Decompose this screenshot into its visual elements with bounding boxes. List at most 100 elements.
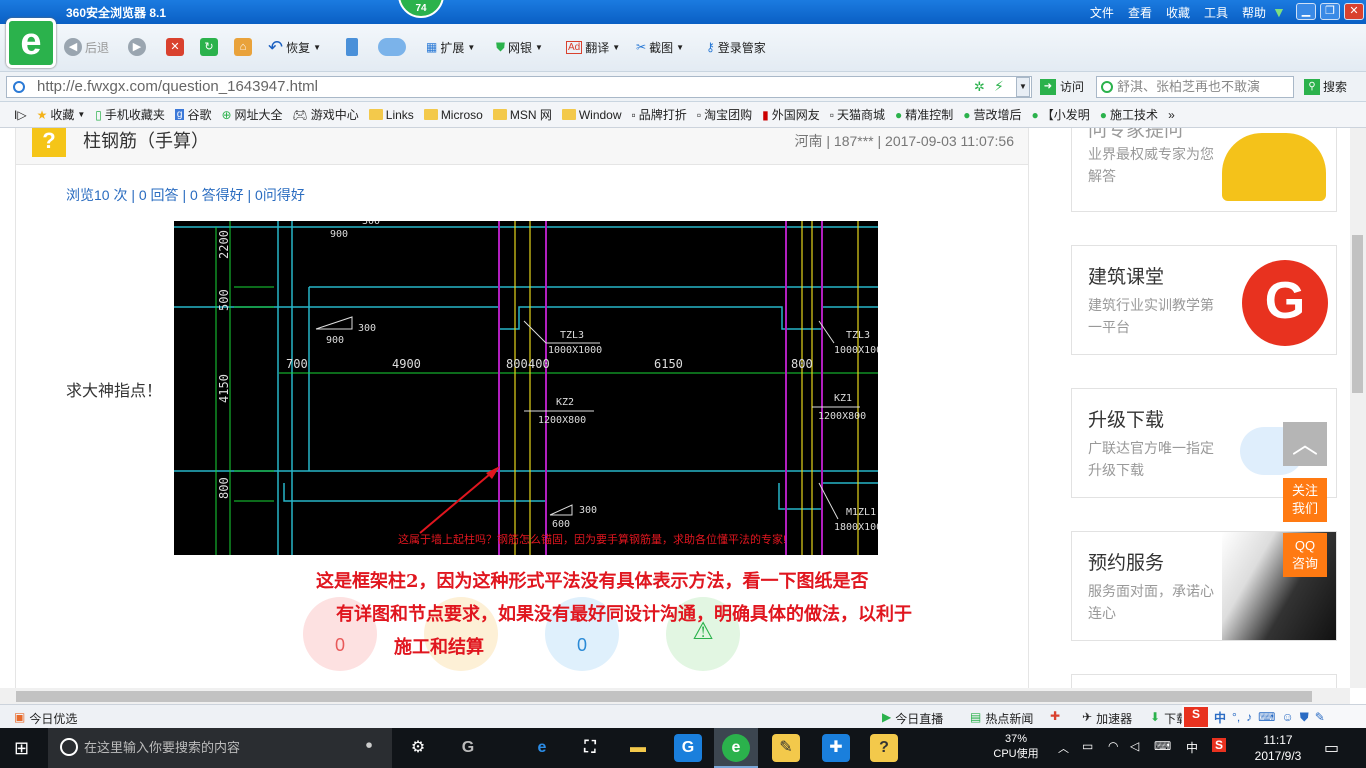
edge-icon[interactable]: e [528,734,556,762]
notes-icon[interactable]: ✎ [772,734,800,762]
gamepad-icon: 🎮︎ [292,107,308,122]
close-button[interactable]: ✕ [1344,3,1364,20]
search-input[interactable]: 舒淇、张柏芝再也不敢演 [1096,76,1294,98]
question-stats[interactable]: 浏览10 次 | 0 回答 | 0 答得好 | 0问得好 [66,185,305,205]
bookmark-brand[interactable]: ▫ 品牌打折 [632,106,687,123]
microphone-icon[interactable]: ⏺ [366,738,372,753]
wifi-icon[interactable]: ◠ [1108,739,1118,753]
plus-app-icon[interactable]: ✚ [822,734,850,762]
card-desc: 建筑行业实训教学第一平台 [1088,297,1214,335]
cad-dim: 800 [217,477,231,499]
bookmark-mobile[interactable]: ▯ 手机收藏夹 [95,106,165,123]
360-browser-taskbar-icon[interactable]: e [722,734,750,762]
bookmark-foreign[interactable]: ▮ 外国网友 [762,106,820,123]
url-input[interactable]: http://e.fwxgx.com/question_1643947.html [6,76,1032,98]
battery-icon[interactable]: ▭ [1082,739,1093,753]
keyboard-icon[interactable]: ⌨ [1154,739,1171,753]
bookmark-windows[interactable]: Window [561,108,622,122]
task-view-icon[interactable]: ⚙ [404,734,432,762]
help-app-icon[interactable]: ? [870,734,898,762]
extend-button[interactable]: ▦ 扩展 ▼ [426,36,475,58]
volume-icon[interactable]: ◁ [1130,739,1139,753]
bookmark-games[interactable]: 🎮︎ 游戏中心 [293,106,359,123]
sidebar-toggle-icon[interactable]: I▷ [14,108,27,122]
more-bookmarks-icon[interactable]: » [1168,108,1175,122]
cpu-monitor[interactable]: 37% CPU使用 [990,732,1042,762]
bookmark-vat[interactable]: ● 营改增后 [963,106,1021,123]
lightning-icon[interactable]: ⚡ [994,78,1004,95]
sogou-icon: S [1184,707,1208,727]
notification-icon[interactable]: ▭ [1324,738,1339,758]
explorer-icon[interactable]: ▬ [624,734,652,762]
url-dropdown-icon[interactable]: ▼ [1016,77,1030,97]
cad-dim: 400 [528,357,550,371]
score-badge[interactable]: 74 [398,0,444,18]
minimize-button[interactable]: ▁ [1296,3,1316,20]
vertical-scroll-thumb[interactable] [1352,235,1363,393]
ask-expert-card[interactable]: 问专家提问 业界最权威专家为您解答 [1071,128,1337,212]
cad-drawing-image[interactable]: 700 4900 800 400 6150 800 2200 500 4150 … [174,221,878,555]
bookmark-microsoft[interactable]: Microso [423,108,483,122]
netbank-button[interactable]: ⛊ 网银 ▼ [496,36,543,58]
follow-us-button[interactable]: 关注我们 [1283,478,1327,522]
maximize-button[interactable]: ❐ [1320,3,1340,20]
qq-consult-button[interactable]: QQ咨询 [1283,533,1327,577]
browser-icon[interactable]: G [454,734,482,762]
back-button[interactable]: ◀ 后退 [64,36,109,58]
horizontal-scroll-thumb[interactable] [16,691,1312,702]
back-to-top-icon[interactable]: ︿ [1283,422,1327,466]
skin-icon: ☺ [1281,710,1294,724]
wrench-icon: ✎ [1314,710,1325,724]
tray-chevron-icon[interactable]: ︿ [1058,740,1069,756]
menu-help[interactable]: 帮助 [1242,4,1266,21]
taskbar-search[interactable]: 在这里输入你要搜索的内容 [48,728,392,768]
vertical-scrollbar[interactable] [1350,128,1366,688]
bookmark-precise[interactable]: ● 精准控制 [895,106,953,123]
restore-button[interactable]: ↶ 恢复 ▼ [268,36,321,58]
bookmark-tmall[interactable]: ▫ 天猫商城 [830,106,885,123]
visit-button[interactable]: ➜ 访问 [1040,78,1084,95]
cloud-button[interactable] [378,36,406,58]
refresh-button[interactable]: ↻ [200,36,218,58]
ime-toolbar[interactable]: S 中 °, ♪ ⌨ ☺ ⛊ ✎ [1182,705,1366,729]
bookmark-taobao[interactable]: ▫ 淘宝团购 [697,106,752,123]
bookmark-construction[interactable]: ● 施工技术 [1100,106,1158,123]
glodon-icon[interactable]: G [674,734,702,762]
bookmark-invention[interactable]: ● 【小发明 [1032,106,1090,123]
login-manager-button[interactable]: ⚷ 登录管家 [706,36,766,58]
search-button[interactable]: ⚲ 搜索 [1304,78,1347,95]
menu-view[interactable]: 查看 [1128,4,1152,21]
home-button[interactable]: ⌂ [234,36,252,58]
bookmark-google[interactable]: g 谷歌 [174,106,211,123]
stop-button[interactable]: ✕ [166,36,184,58]
health-icon[interactable]: ✚ [1050,709,1060,723]
skin-icon[interactable]: ▼ [1272,4,1286,20]
bookmark-hao[interactable]: ⊕ 网址大全 [221,106,282,123]
windows-start-icon[interactable]: ⊞ [14,738,29,759]
browser-logo[interactable]: e [6,18,56,68]
menu-favorites[interactable]: 收藏 [1166,4,1190,21]
accelerator-button[interactable]: ✈ 加速器 [1082,710,1132,727]
store-icon[interactable]: ⛶ [576,734,604,762]
next-card[interactable] [1071,674,1337,688]
live-button[interactable]: ▶ 今日直播 [882,710,943,727]
screenshot-button[interactable]: ✂ 截图 ▼ [636,36,684,58]
cad-note: 这属于墙上起柱吗？钢筋怎么锚固，因为要手算钢筋量，求助各位懂平法的专家! [398,532,786,546]
bookmark-label: 营改增后 [973,108,1022,122]
clock[interactable]: 11:17 2017/9/3 [1246,732,1310,764]
translate-button[interactable]: Ad 翻译 ▼ [566,36,620,58]
bookmark-links[interactable]: Links [368,108,414,122]
phone-button[interactable] [346,36,358,58]
bookmark-msn[interactable]: MSN 网 [492,106,552,123]
forward-button[interactable]: ▶ [128,36,146,58]
menu-file[interactable]: 文件 [1090,4,1114,21]
folder-icon [561,109,576,120]
building-class-card[interactable]: 建筑课堂 建筑行业实训教学第一平台 G [1071,245,1337,355]
ime-indicator[interactable]: 中 [1186,739,1198,756]
hot-news-button[interactable]: ▤ 热点新闻 [970,710,1033,727]
bookmark-favorites[interactable]: ★ 收藏 ▼ [37,106,86,123]
today-picks-button[interactable]: ▣ 今日优选 [14,710,77,727]
sogou-tray-icon[interactable]: S [1212,738,1227,752]
menu-tools[interactable]: 工具 [1204,4,1228,21]
bookmark-label: MSN 网 [509,108,552,122]
